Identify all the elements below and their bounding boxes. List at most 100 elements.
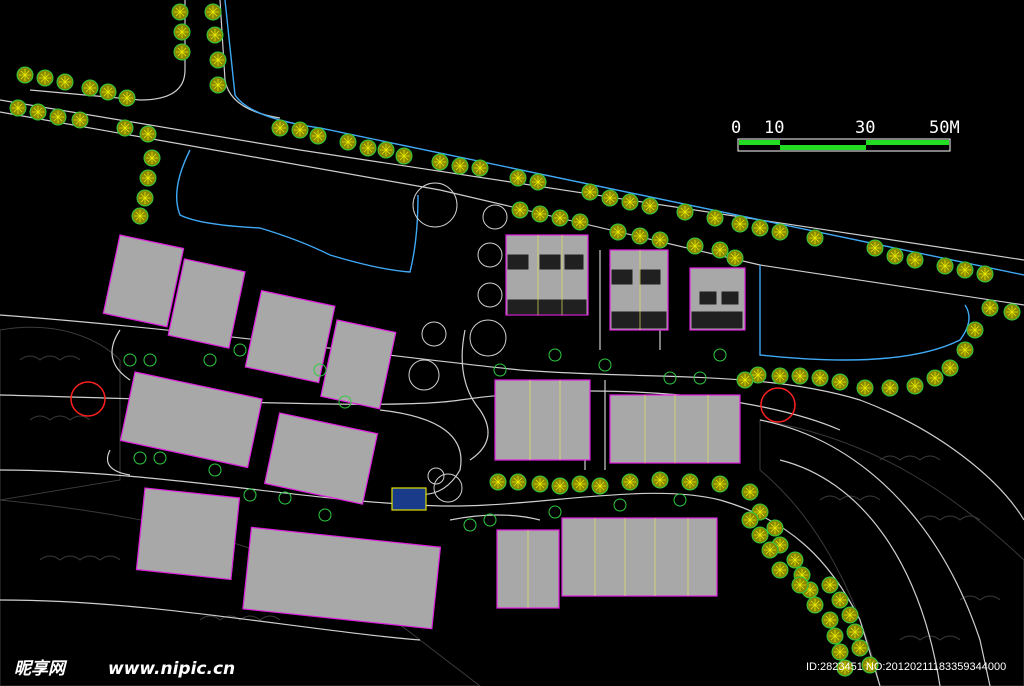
tree-icon bbox=[741, 483, 759, 501]
tree-icon bbox=[731, 215, 749, 233]
tree-icon bbox=[761, 541, 779, 559]
tree-icon bbox=[581, 183, 599, 201]
tree-icon bbox=[651, 471, 669, 489]
tree-icon bbox=[791, 576, 809, 594]
tree-icon bbox=[841, 606, 859, 624]
tree-icon bbox=[571, 475, 589, 493]
tree-icon bbox=[846, 623, 864, 641]
tree-icon bbox=[531, 205, 549, 223]
tree-icon bbox=[771, 223, 789, 241]
tree-icon bbox=[395, 147, 413, 165]
tree-icon bbox=[171, 3, 189, 21]
tree-icon bbox=[291, 121, 309, 139]
tree-icon bbox=[751, 526, 769, 544]
tree-icon bbox=[886, 247, 904, 265]
tree-icon bbox=[139, 125, 157, 143]
building-sw-2 bbox=[242, 526, 442, 630]
building-nw-3 bbox=[244, 289, 336, 384]
tree-icon bbox=[766, 519, 784, 537]
tree-icon bbox=[941, 359, 959, 377]
tree-icon bbox=[529, 173, 547, 191]
tree-icon bbox=[359, 139, 377, 157]
tree-icon bbox=[866, 239, 884, 257]
tree-icon bbox=[981, 299, 999, 317]
tree-icon bbox=[71, 111, 89, 129]
building-nw-4 bbox=[320, 319, 397, 410]
tree-icon bbox=[591, 477, 609, 495]
tree-icon bbox=[551, 477, 569, 495]
tree-icon bbox=[118, 89, 136, 107]
tree-icon bbox=[509, 169, 527, 187]
tree-icon bbox=[831, 591, 849, 609]
tree-icon bbox=[686, 237, 704, 255]
tree-icon bbox=[651, 231, 669, 249]
scale-bar: 0 10 30 50M bbox=[731, 118, 960, 152]
tree-icon bbox=[309, 127, 327, 145]
tree-icon bbox=[851, 639, 869, 657]
tree-icon bbox=[531, 475, 549, 493]
tree-icon bbox=[726, 249, 744, 267]
pond-west bbox=[175, 149, 419, 273]
south-road bbox=[0, 469, 881, 686]
marker-circle-west bbox=[70, 381, 106, 417]
tree-icon bbox=[209, 76, 227, 94]
tree-icon bbox=[631, 227, 649, 245]
tree-icon bbox=[786, 551, 804, 569]
tree-icon bbox=[511, 201, 529, 219]
marker-circle-east bbox=[760, 387, 796, 423]
tree-icon bbox=[706, 209, 724, 227]
tree-icon bbox=[621, 193, 639, 211]
tree-icon bbox=[821, 576, 839, 594]
watermark-logo: 昵享网 bbox=[14, 659, 68, 679]
tree-icon bbox=[136, 189, 154, 207]
tree-icon bbox=[16, 66, 34, 84]
tree-icon bbox=[881, 379, 899, 397]
tree-icon bbox=[831, 643, 849, 661]
tree-icon bbox=[791, 367, 809, 385]
tree-icon bbox=[509, 473, 527, 491]
buildings bbox=[102, 234, 746, 630]
tree-icon bbox=[339, 133, 357, 151]
tree-icon bbox=[116, 119, 134, 137]
building-sw-1 bbox=[135, 487, 241, 581]
tree-icon bbox=[906, 251, 924, 269]
tree-icon bbox=[926, 369, 944, 387]
tree-icon bbox=[936, 257, 954, 275]
pond-east bbox=[759, 265, 970, 361]
tree-icon bbox=[56, 73, 74, 91]
building-mw-2 bbox=[263, 412, 379, 505]
tree-icon bbox=[711, 241, 729, 259]
building-se-2 bbox=[561, 517, 718, 597]
building-nw-1 bbox=[102, 234, 185, 328]
tree-icon bbox=[204, 3, 222, 21]
tree-icon bbox=[956, 261, 974, 279]
north-spur-road-east bbox=[219, 0, 281, 119]
tree-icon bbox=[711, 475, 729, 493]
building-nw-2 bbox=[167, 258, 246, 349]
tree-icon bbox=[36, 69, 54, 87]
tree-icon bbox=[771, 367, 789, 385]
pavilion bbox=[391, 487, 427, 511]
tree-icon bbox=[741, 511, 759, 529]
tree-icon bbox=[609, 223, 627, 241]
tree-icon bbox=[551, 209, 569, 227]
large-tree-clumps bbox=[408, 182, 508, 503]
tree-icon bbox=[431, 153, 449, 171]
tree-icon bbox=[831, 373, 849, 391]
site-plan: 0 10 30 50M 昵享网 www.nipic.cn ID:2823451 … bbox=[0, 0, 1024, 686]
watermark: 昵享网 www.nipic.cn ID:2823451 NO:201202111… bbox=[14, 659, 1006, 679]
building-mw-1 bbox=[119, 371, 263, 469]
tree-icon bbox=[489, 473, 507, 491]
tree-icon bbox=[826, 627, 844, 645]
tree-icon bbox=[601, 189, 619, 207]
scale-tick-50m: 50M bbox=[929, 118, 960, 138]
tree-icon bbox=[681, 473, 699, 491]
scale-tick-0: 0 bbox=[731, 118, 741, 138]
tree-icon bbox=[811, 369, 829, 387]
tree-icon bbox=[621, 473, 639, 491]
tree-icon bbox=[1003, 303, 1021, 321]
tree-icon bbox=[856, 379, 874, 397]
scale-tick-10: 10 bbox=[764, 118, 784, 138]
tree-icon bbox=[49, 108, 67, 126]
tree-icon bbox=[806, 596, 824, 614]
